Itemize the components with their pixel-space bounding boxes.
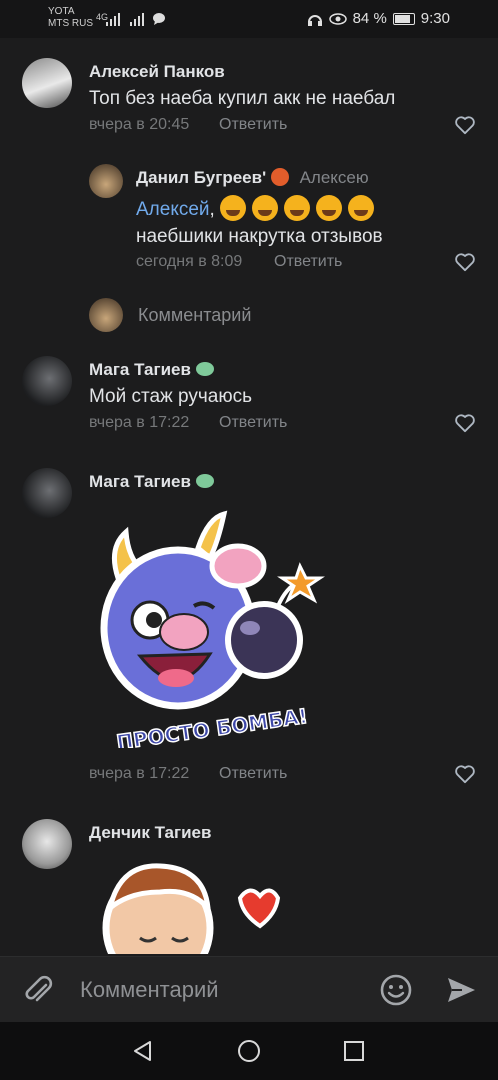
laughing-emoji-icon [220,195,247,221]
comment-author[interactable]: Денчик Тагиев [89,823,211,843]
sticker-emoji-icon [195,474,214,488]
attach-icon[interactable] [24,975,54,1007]
comment-header: Мага Тагиев [89,360,214,380]
sticker-image[interactable]: ПРОСТО БОМБА! [98,508,328,748]
comment-header: Мага Тагиев [89,472,214,492]
sticker-caption: ПРОСТО БОМБА! [115,704,309,748]
laughing-emoji-icon [252,195,279,221]
comment-author[interactable]: Мага Тагиев [89,360,191,379]
carrier-info: YOTA MTS RUS [48,6,93,30]
comment-time: сегодня в 8:09 [136,253,243,270]
carrier-2: MTS RUS [48,18,93,29]
comment-author[interactable]: Данил Бугреев' [136,168,266,187]
status-bar: YOTA MTS RUS 4G 84 % 9:30 [0,0,498,38]
heart-icon[interactable] [454,764,476,784]
comment-text: Топ без наеба купил акк не наебал [89,88,396,109]
carrier-1: YOTA [48,6,75,17]
angry-emoji-icon [270,168,289,186]
avatar[interactable] [22,819,72,869]
message-notification-icon [153,13,165,25]
comment-text-line1: Алексей, [136,195,380,221]
home-icon[interactable] [237,1039,261,1063]
laughing-emoji-icon [316,195,343,221]
heart-icon[interactable] [454,252,476,272]
comment-input[interactable]: Комментарий [80,977,219,1003]
laughing-emoji-icon [284,195,311,221]
avatar[interactable] [22,356,72,406]
comment-author[interactable]: Мага Тагиев [89,472,191,491]
eye-comfort-icon [328,12,347,25]
comment-composer: Комментарий [0,956,498,1023]
avatar[interactable] [22,58,72,108]
comments-feed[interactable]: Алексей Панков Топ без наеба купил акк н… [0,38,498,954]
comment-time: вчера в 17:22 [89,414,190,431]
reply-button[interactable]: Ответить [219,765,287,783]
avatar[interactable] [89,164,123,198]
avatar[interactable] [22,468,72,518]
clock: 9:30 [420,10,450,27]
recents-icon[interactable] [343,1040,365,1062]
laughing-emoji-icon [348,195,375,221]
sticker-image[interactable] [100,858,290,954]
comment-text: Мой стаж ручаюсь [89,386,253,407]
system-nav-bar [0,1022,498,1080]
send-icon[interactable] [444,973,478,1007]
reply-button[interactable]: Ответить [274,253,342,271]
inline-reply-placeholder[interactable]: Комментарий [138,305,251,326]
status-right: 84 % 9:30 [307,10,450,27]
headphones-icon [307,14,322,26]
comment-text-line2: наебшики накрутка отзывов [136,226,383,247]
battery-icon [392,12,415,25]
comment-time: вчера в 20:45 [89,116,190,133]
heart-icon[interactable] [454,115,476,135]
emoji-icon[interactable] [379,973,413,1007]
heart-icon[interactable] [454,413,476,433]
battery-percent: 84 % [352,10,387,27]
reply-to[interactable]: Алексею [300,168,369,187]
mention-link[interactable]: Алексей [136,199,210,220]
signal-icon [106,13,144,26]
reply-button[interactable]: Ответить [219,414,287,432]
reply-header: Данил Бугреев' Алексею [136,168,369,188]
back-icon[interactable] [131,1039,153,1063]
avatar [89,298,123,332]
comment-author[interactable]: Алексей Панков [89,62,225,82]
reply-button[interactable]: Ответить [219,116,287,134]
comment-time: вчера в 17:22 [89,765,190,782]
sticker-emoji-icon [195,362,214,376]
